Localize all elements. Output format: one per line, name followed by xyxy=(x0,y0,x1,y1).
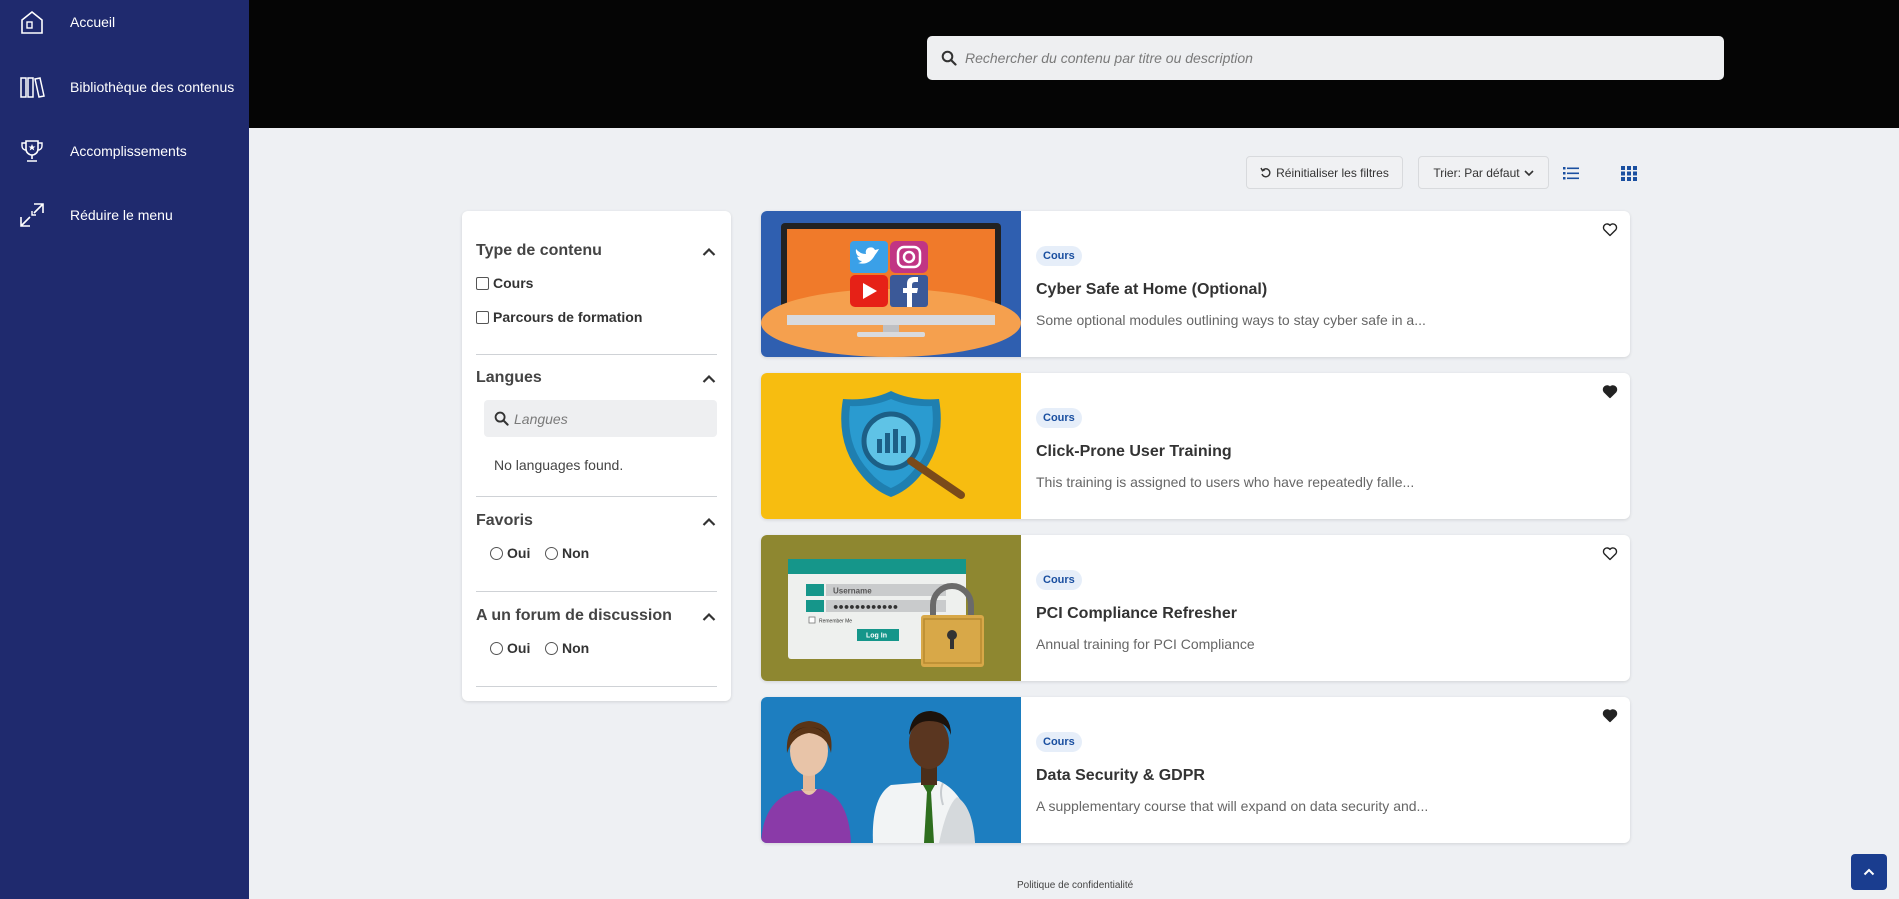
heart-outline-icon[interactable] xyxy=(1602,222,1618,237)
heart-filled-icon[interactable] xyxy=(1602,384,1618,399)
thumbnail-login-text: Log In xyxy=(866,633,887,640)
forum-yes-option[interactable]: Oui xyxy=(490,640,530,656)
sort-dropdown[interactable]: Trier: Par défaut xyxy=(1418,156,1549,189)
cours-checkbox[interactable] xyxy=(476,276,489,290)
divider xyxy=(476,591,717,592)
top-bar xyxy=(249,0,1899,128)
course-title: Click-Prone User Training xyxy=(1036,443,1232,460)
reset-filters-button[interactable]: Réinitialiser les filtres xyxy=(1246,156,1403,189)
course-description: A supplementary course that will expand … xyxy=(1036,798,1429,814)
filter-content-type-title: Type de contenu xyxy=(476,242,602,259)
filter-option-parcours[interactable]: Parcours de formation xyxy=(476,309,642,325)
heart-filled-icon[interactable] xyxy=(1602,708,1618,723)
scroll-to-top-button[interactable] xyxy=(1851,854,1887,890)
course-thumbnail-people xyxy=(761,697,1021,843)
course-description: This training is assigned to users who h… xyxy=(1036,474,1415,490)
sidebar-item-label: Accomplissements xyxy=(70,143,187,159)
privacy-policy-link[interactable]: Politique de confidentialité xyxy=(1017,880,1133,891)
course-card[interactable]: Username ●●●●●●●●●●●● Remember Me Log In… xyxy=(761,535,1630,681)
reset-filters-label: Réinitialiser les filtres xyxy=(1276,165,1389,180)
library-icon xyxy=(20,77,45,98)
chevron-down-icon xyxy=(1524,169,1534,176)
favorites-no-radio[interactable] xyxy=(545,546,558,560)
filter-forum-title: A un forum de discussion xyxy=(476,607,672,624)
divider xyxy=(476,354,717,355)
option-label: Non xyxy=(562,640,590,656)
grid-view-icon[interactable] xyxy=(1621,165,1637,181)
languages-search-input[interactable] xyxy=(514,400,704,437)
course-card[interactable]: Cours Cyber Safe at Home (Optional) Some… xyxy=(761,211,1630,357)
course-title: Data Security & GDPR xyxy=(1036,767,1205,784)
content-type-badge: Cours xyxy=(1036,246,1082,266)
sidebar-item-label: Bibliothèque des contenus xyxy=(70,79,235,95)
course-card[interactable]: Cours Data Security & GDPR A supplementa… xyxy=(761,697,1630,843)
filter-option-label: Cours xyxy=(493,275,534,291)
course-thumbnail-login-lock: Username ●●●●●●●●●●●● Remember Me Log In xyxy=(761,535,1021,681)
chevron-up-icon[interactable] xyxy=(702,374,716,384)
content-type-badge: Cours xyxy=(1036,570,1082,590)
filter-option-cours[interactable]: Cours xyxy=(476,275,533,291)
content-type-badge: Cours xyxy=(1036,408,1082,428)
favorites-no-option[interactable]: Non xyxy=(545,545,589,561)
thumbnail-password-dots: ●●●●●●●●●●●● xyxy=(833,602,898,612)
parcours-checkbox[interactable] xyxy=(476,310,489,324)
filter-languages-title: Langues xyxy=(476,369,542,386)
option-label: Non xyxy=(562,545,590,561)
filter-panel: Type de contenu Cours Parcours de format… xyxy=(462,211,731,701)
collapse-menu-icon xyxy=(20,203,44,227)
favorites-yes-radio[interactable] xyxy=(490,546,503,560)
option-label: Oui xyxy=(507,640,531,656)
forum-no-option[interactable]: Non xyxy=(545,640,589,656)
reset-icon xyxy=(1260,167,1271,177)
sort-label: Trier: Par défaut xyxy=(1433,165,1520,180)
sidebar-item-label: Réduire le menu xyxy=(70,207,173,223)
search-icon xyxy=(941,50,957,66)
languages-search xyxy=(484,400,717,437)
course-title: Cyber Safe at Home (Optional) xyxy=(1036,281,1268,298)
favorites-yes-option[interactable]: Oui xyxy=(490,545,530,561)
course-thumbnail-shield xyxy=(761,373,1021,519)
chevron-up-icon[interactable] xyxy=(702,612,716,622)
content-type-badge: Cours xyxy=(1036,732,1082,752)
sidebar-item-achievements[interactable]: Accomplissements xyxy=(0,121,249,181)
search-input[interactable] xyxy=(965,36,1705,80)
search-bar xyxy=(927,36,1724,80)
sidebar-item-collapse-menu[interactable]: Réduire le menu xyxy=(0,185,249,245)
thumbnail-remember-text: Remember Me xyxy=(819,619,852,625)
chevron-up-icon xyxy=(1863,868,1875,876)
thumbnail-username-text: Username xyxy=(833,587,872,596)
chevron-up-icon[interactable] xyxy=(702,247,716,257)
divider xyxy=(476,496,717,497)
sidebar-item-library[interactable]: Bibliothèque des contenus xyxy=(0,57,249,117)
course-title: PCI Compliance Refresher xyxy=(1036,605,1237,622)
course-card[interactable]: Cours Click-Prone User Training This tra… xyxy=(761,373,1630,519)
course-description: Annual training for PCI Compliance xyxy=(1036,636,1255,652)
list-view-icon[interactable] xyxy=(1563,165,1579,181)
sidebar-item-label: Accueil xyxy=(70,14,116,30)
course-thumbnail-social-media xyxy=(761,211,1021,357)
filter-option-label: Parcours de formation xyxy=(493,309,643,325)
sidebar: Accueil Bibliothèque des contenus Accomp… xyxy=(0,0,249,899)
forum-yes-radio[interactable] xyxy=(490,641,503,655)
search-icon xyxy=(494,411,509,426)
chevron-up-icon[interactable] xyxy=(702,517,716,527)
sidebar-item-home[interactable]: Accueil xyxy=(0,0,249,52)
trophy-icon xyxy=(21,140,43,162)
course-description: Some optional modules outlining ways to … xyxy=(1036,312,1426,328)
option-label: Oui xyxy=(507,545,531,561)
home-icon xyxy=(21,10,43,34)
heart-outline-icon[interactable] xyxy=(1602,546,1618,561)
filter-favorites-title: Favoris xyxy=(476,512,533,529)
divider xyxy=(476,686,717,687)
no-languages-message: No languages found. xyxy=(494,457,624,473)
forum-no-radio[interactable] xyxy=(545,641,558,655)
